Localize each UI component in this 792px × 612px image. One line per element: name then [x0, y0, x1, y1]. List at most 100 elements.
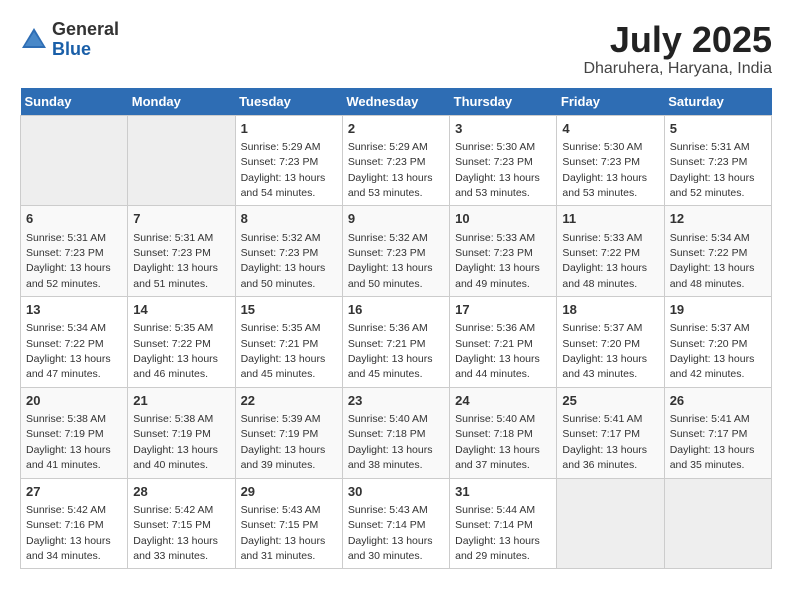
day-number: 3	[455, 120, 551, 138]
day-number: 23	[348, 392, 444, 410]
cell-info: Sunrise: 5:40 AM Sunset: 7:18 PM Dayligh…	[348, 413, 433, 471]
calendar-cell: 7Sunrise: 5:31 AM Sunset: 7:23 PM Daylig…	[128, 206, 235, 297]
calendar-cell: 5 Sunrise: 5:31 AM Sunset: 7:23 PM Daylig…	[664, 115, 771, 206]
logo-text: General Blue	[52, 20, 119, 60]
cell-info: Sunrise: 5:41 AM Sunset: 7:17 PM Dayligh…	[670, 413, 755, 471]
calendar-cell: 30Sunrise: 5:43 AM Sunset: 7:14 PM Dayli…	[342, 478, 449, 569]
day-number: 28	[133, 483, 229, 501]
day-number: 15	[241, 301, 337, 319]
day-number: 18	[562, 301, 658, 319]
cell-info: Sunrise: 5:32 AM Sunset: 7:23 PM Dayligh…	[348, 232, 433, 290]
calendar-cell: 19 Sunrise: 5:37 AM Sunset: 7:20 PM Dayli…	[664, 297, 771, 388]
day-number: 9	[348, 210, 444, 228]
day-number: 2	[348, 120, 444, 138]
title-block: July 2025 Dharuhera, Haryana, India	[583, 20, 772, 78]
calendar-cell: 27Sunrise: 5:42 AM Sunset: 7:16 PM Dayli…	[21, 478, 128, 569]
cell-info: Sunrise: 5:40 AM Sunset: 7:18 PM Dayligh…	[455, 413, 540, 471]
day-number: 12	[670, 210, 766, 228]
logo: General Blue	[20, 20, 119, 60]
cell-info: Sunrise: 5:35 AM Sunset: 7:22 PM Dayligh…	[133, 322, 218, 380]
day-number: 13	[26, 301, 122, 319]
day-number: 10	[455, 210, 551, 228]
calendar-cell: 18 Sunrise: 5:37 AM Sunset: 7:20 PM Dayli…	[557, 297, 664, 388]
cell-info: Sunrise: 5:30 AM Sunset: 7:23 PM Dayligh…	[455, 141, 540, 199]
calendar-cell: 20Sunrise: 5:38 AM Sunset: 7:19 PM Dayli…	[21, 387, 128, 478]
calendar-cell: 4Sunrise: 5:30 AM Sunset: 7:23 PM Daylig…	[557, 115, 664, 206]
day-number: 7	[133, 210, 229, 228]
location-text: Dharuhera, Haryana, India	[583, 60, 772, 78]
day-number: 30	[348, 483, 444, 501]
cell-info: Sunrise: 5:39 AM Sunset: 7:19 PM Dayligh…	[241, 413, 326, 471]
calendar-cell	[21, 115, 128, 206]
day-number: 27	[26, 483, 122, 501]
day-number: 26	[670, 392, 766, 410]
week-row-1: 1 Sunrise: 5:29 AM Sunset: 7:23 PM Daylig…	[21, 115, 772, 206]
cell-info: Sunrise: 5:38 AM Sunset: 7:19 PM Dayligh…	[26, 413, 111, 471]
day-number: 17	[455, 301, 551, 319]
day-number: 31	[455, 483, 551, 501]
cell-info: Sunrise: 5:31 AM Sunset: 7:23 PM Dayligh…	[670, 141, 755, 199]
cell-info: Sunrise: 5:36 AM Sunset: 7:21 PM Dayligh…	[348, 322, 433, 380]
page-header: General Blue July 2025 Dharuhera, Haryan…	[20, 20, 772, 78]
calendar-cell: 10 Sunrise: 5:33 AM Sunset: 7:23 PM Dayli…	[450, 206, 557, 297]
cell-info: Sunrise: 5:34 AM Sunset: 7:22 PM Dayligh…	[26, 322, 111, 380]
header-cell-friday: Friday	[557, 88, 664, 116]
calendar-cell: 11 Sunrise: 5:33 AM Sunset: 7:22 PM Dayli…	[557, 206, 664, 297]
day-number: 11	[562, 210, 658, 228]
day-number: 8	[241, 210, 337, 228]
calendar-cell: 14Sunrise: 5:35 AM Sunset: 7:22 PM Dayli…	[128, 297, 235, 388]
header-cell-wednesday: Wednesday	[342, 88, 449, 116]
calendar-cell: 25 Sunrise: 5:41 AM Sunset: 7:17 PM Dayli…	[557, 387, 664, 478]
calendar-cell: 9 Sunrise: 5:32 AM Sunset: 7:23 PM Daylig…	[342, 206, 449, 297]
cell-info: Sunrise: 5:42 AM Sunset: 7:15 PM Dayligh…	[133, 504, 218, 562]
calendar-cell: 16 Sunrise: 5:36 AM Sunset: 7:21 PM Dayli…	[342, 297, 449, 388]
week-row-2: 6Sunrise: 5:31 AM Sunset: 7:23 PM Daylig…	[21, 206, 772, 297]
cell-info: Sunrise: 5:41 AM Sunset: 7:17 PM Dayligh…	[562, 413, 647, 471]
calendar-cell: 6Sunrise: 5:31 AM Sunset: 7:23 PM Daylig…	[21, 206, 128, 297]
header-cell-saturday: Saturday	[664, 88, 771, 116]
cell-info: Sunrise: 5:34 AM Sunset: 7:22 PM Dayligh…	[670, 232, 755, 290]
calendar-cell: 3 Sunrise: 5:30 AM Sunset: 7:23 PM Daylig…	[450, 115, 557, 206]
header-row: SundayMondayTuesdayWednesdayThursdayFrid…	[21, 88, 772, 116]
calendar-cell: 13 Sunrise: 5:34 AM Sunset: 7:22 PM Dayli…	[21, 297, 128, 388]
calendar-cell: 21 Sunrise: 5:38 AM Sunset: 7:19 PM Dayli…	[128, 387, 235, 478]
day-number: 25	[562, 392, 658, 410]
calendar-cell	[557, 478, 664, 569]
day-number: 16	[348, 301, 444, 319]
cell-info: Sunrise: 5:33 AM Sunset: 7:22 PM Dayligh…	[562, 232, 647, 290]
calendar-cell: 26 Sunrise: 5:41 AM Sunset: 7:17 PM Dayli…	[664, 387, 771, 478]
cell-info: Sunrise: 5:37 AM Sunset: 7:20 PM Dayligh…	[670, 322, 755, 380]
cell-info: Sunrise: 5:43 AM Sunset: 7:15 PM Dayligh…	[241, 504, 326, 562]
month-title: July 2025	[583, 20, 772, 60]
cell-info: Sunrise: 5:35 AM Sunset: 7:21 PM Dayligh…	[241, 322, 326, 380]
day-number: 29	[241, 483, 337, 501]
day-number: 24	[455, 392, 551, 410]
calendar-cell: 17 Sunrise: 5:36 AM Sunset: 7:21 PM Dayli…	[450, 297, 557, 388]
calendar-cell: 23 Sunrise: 5:40 AM Sunset: 7:18 PM Dayli…	[342, 387, 449, 478]
week-row-4: 20Sunrise: 5:38 AM Sunset: 7:19 PM Dayli…	[21, 387, 772, 478]
day-number: 4	[562, 120, 658, 138]
day-number: 1	[241, 120, 337, 138]
cell-info: Sunrise: 5:36 AM Sunset: 7:21 PM Dayligh…	[455, 322, 540, 380]
header-cell-monday: Monday	[128, 88, 235, 116]
cell-info: Sunrise: 5:33 AM Sunset: 7:23 PM Dayligh…	[455, 232, 540, 290]
day-number: 5	[670, 120, 766, 138]
week-row-3: 13 Sunrise: 5:34 AM Sunset: 7:22 PM Dayli…	[21, 297, 772, 388]
cell-info: Sunrise: 5:31 AM Sunset: 7:23 PM Dayligh…	[26, 232, 111, 290]
calendar-cell: 31 Sunrise: 5:44 AM Sunset: 7:14 PM Dayli…	[450, 478, 557, 569]
cell-info: Sunrise: 5:38 AM Sunset: 7:19 PM Dayligh…	[133, 413, 218, 471]
logo-icon	[20, 26, 48, 54]
cell-info: Sunrise: 5:29 AM Sunset: 7:23 PM Dayligh…	[241, 141, 326, 199]
cell-info: Sunrise: 5:37 AM Sunset: 7:20 PM Dayligh…	[562, 322, 647, 380]
day-number: 19	[670, 301, 766, 319]
calendar-cell: 15 Sunrise: 5:35 AM Sunset: 7:21 PM Dayli…	[235, 297, 342, 388]
cell-info: Sunrise: 5:32 AM Sunset: 7:23 PM Dayligh…	[241, 232, 326, 290]
calendar-cell	[128, 115, 235, 206]
header-cell-tuesday: Tuesday	[235, 88, 342, 116]
calendar-cell: 12 Sunrise: 5:34 AM Sunset: 7:22 PM Dayli…	[664, 206, 771, 297]
cell-info: Sunrise: 5:44 AM Sunset: 7:14 PM Dayligh…	[455, 504, 540, 562]
calendar-cell: 22Sunrise: 5:39 AM Sunset: 7:19 PM Dayli…	[235, 387, 342, 478]
day-number: 21	[133, 392, 229, 410]
calendar-table: SundayMondayTuesdayWednesdayThursdayFrid…	[20, 88, 772, 570]
calendar-cell: 2Sunrise: 5:29 AM Sunset: 7:23 PM Daylig…	[342, 115, 449, 206]
